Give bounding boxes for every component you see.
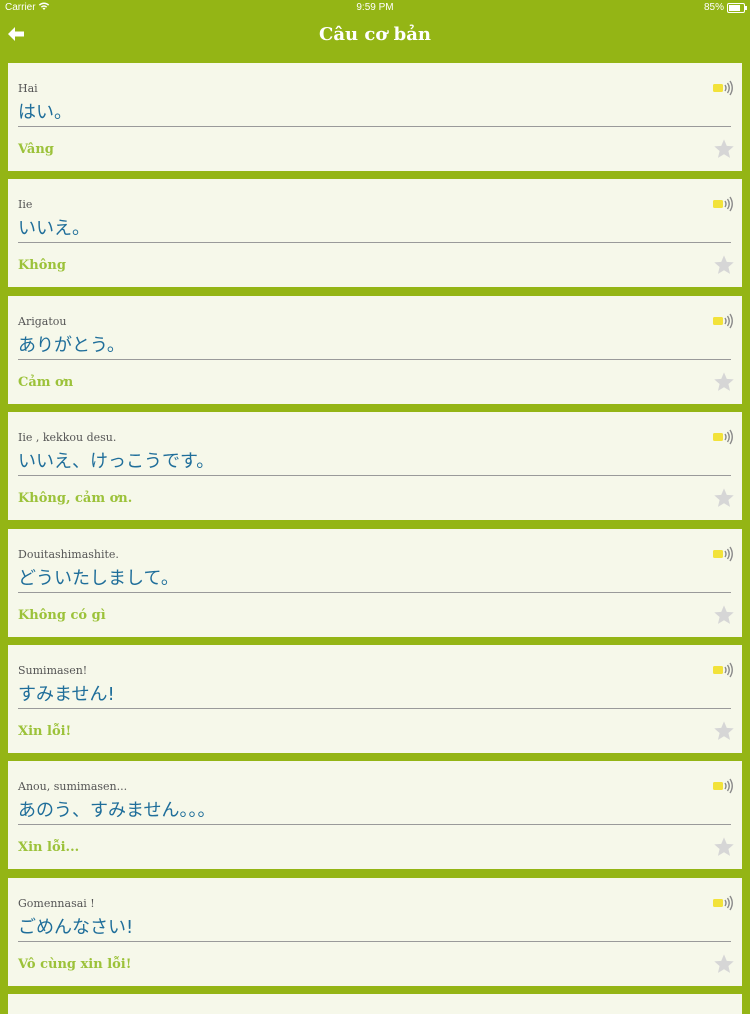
divider: [18, 707, 731, 709]
star-icon[interactable]: [713, 720, 735, 742]
phrase-card[interactable]: Iie いいえ。 Không: [8, 179, 742, 288]
status-time: 9:59 PM: [356, 2, 394, 13]
star-icon[interactable]: [713, 138, 735, 160]
divider: [18, 126, 731, 127]
phrase-meaning: Không, cảm ơn.: [18, 491, 133, 507]
page-title: Câu cơ bản: [319, 24, 431, 45]
phrase-meaning: Không: [18, 258, 66, 274]
speaker-icon[interactable]: [712, 79, 734, 97]
star-icon[interactable]: [713, 604, 735, 626]
phrase-romaji: Iie: [18, 198, 33, 212]
phrase-japanese: ごめんなさい!: [18, 916, 134, 938]
phrase-japanese: いいえ、けっこうです。: [18, 451, 215, 473]
divider: [18, 475, 731, 477]
phrase-romaji: Anou, sumimasen...: [18, 780, 128, 794]
divider: [18, 940, 731, 942]
phrase-japanese: いいえ。: [18, 218, 90, 240]
star-icon[interactable]: [713, 953, 735, 975]
navigation-bar: Câu cơ bản: [0, 16, 750, 58]
phrase-japanese: どういたしまして。: [18, 567, 179, 589]
phrase-meaning: Xin lỗi...: [18, 840, 80, 856]
phrase-card[interactable]: Gomennasai ! ごめんなさい! Vô cùng xin lỗi!: [8, 877, 742, 986]
phrase-japanese: はい。: [18, 102, 72, 123]
phrase-meaning: Vâng: [18, 142, 54, 157]
speaker-icon[interactable]: [712, 661, 734, 679]
phrase-meaning: Xin lỗi!: [18, 723, 72, 739]
phrase-list: Hai はい。 Vâng Iie いいえ。 Không Arigatou ありがとう。 Cảm …: [8, 63, 742, 1014]
battery-icon: [727, 3, 747, 13]
phrase-japanese: ありがとう。: [18, 334, 125, 356]
divider: [18, 242, 731, 244]
phrase-meaning: Vô cùng xin lỗi!: [18, 956, 132, 972]
phrase-romaji: Hai: [18, 82, 38, 95]
phrase-card-partial[interactable]: [8, 994, 742, 1014]
phrase-card[interactable]: Douitashimashite. どういたしまして。 Không có gì: [8, 528, 742, 637]
speaker-icon[interactable]: [712, 312, 734, 330]
speaker-icon[interactable]: [712, 428, 734, 446]
speaker-icon[interactable]: [712, 777, 734, 795]
divider: [18, 358, 731, 360]
phrase-romaji: Douitashimashite.: [18, 547, 119, 561]
phrase-meaning: Cảm ơn: [18, 374, 74, 390]
phrase-card[interactable]: Anou, sumimasen... あのう、すみません。。。 Xin lỗi...: [8, 761, 742, 870]
star-icon[interactable]: [713, 487, 735, 509]
phrase-romaji: Iie , kekkou desu.: [18, 431, 117, 445]
battery-percentage: 85%: [703, 2, 724, 13]
phrase-meaning: Không có gì: [18, 607, 106, 623]
speaker-icon[interactable]: [712, 894, 734, 912]
phrase-romaji: Sumimasen!: [18, 663, 88, 677]
speaker-icon[interactable]: [712, 545, 734, 563]
star-icon[interactable]: [713, 371, 735, 393]
divider: [18, 824, 731, 826]
phrase-card[interactable]: Hai はい。 Vâng: [8, 63, 742, 171]
phrase-romaji: Gomennasai !: [18, 896, 95, 910]
phrase-card[interactable]: Sumimasen! すみません! Xin lỗi!: [8, 644, 742, 753]
star-icon[interactable]: [713, 254, 735, 276]
phrase-japanese: すみません!: [18, 683, 115, 705]
divider: [18, 591, 731, 593]
star-icon[interactable]: [713, 836, 735, 858]
phrase-card[interactable]: Arigatou ありがとう。 Cảm ơn: [8, 295, 742, 404]
phrase-romaji: Arigatou: [18, 314, 67, 328]
speaker-icon[interactable]: [712, 195, 734, 213]
phrase-japanese: あのう、すみません。。。: [18, 800, 216, 822]
phrase-card[interactable]: Iie , kekkou desu. いいえ、けっこうです。 Không, cảm …: [8, 412, 742, 521]
status-bar: Carrier 9:59 PM 85%: [0, 0, 750, 16]
